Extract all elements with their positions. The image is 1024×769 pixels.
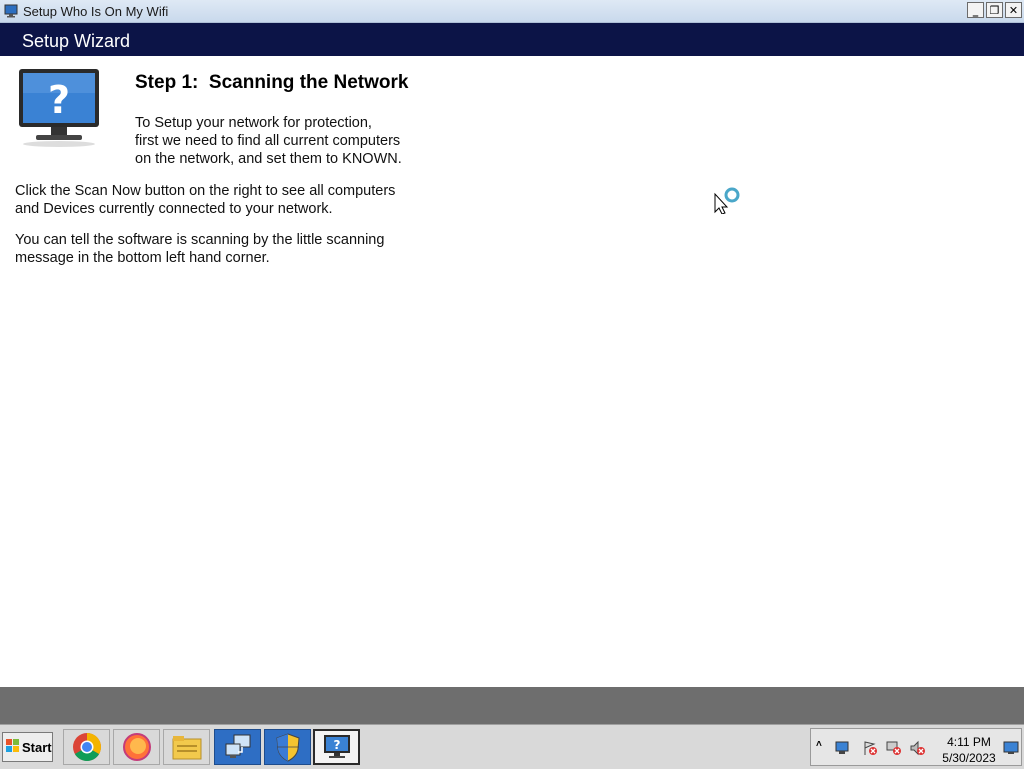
paragraph-line: Click the Scan Now button on the right t… bbox=[15, 183, 396, 199]
who-is-on-my-wifi-icon[interactable]: ? bbox=[313, 729, 360, 765]
intro-line: To Setup your network for protection, bbox=[135, 115, 372, 131]
network-error-icon[interactable] bbox=[885, 739, 903, 757]
close-button[interactable]: ✕ bbox=[1005, 2, 1022, 18]
window-title-bar: Setup Who Is On My Wifi _ ❐ ✕ bbox=[0, 0, 1024, 23]
clock-time: 4:11 PM bbox=[947, 735, 991, 749]
window-title: Setup Who Is On My Wifi bbox=[23, 3, 169, 19]
paragraph-line: You can tell the software is scanning by… bbox=[15, 232, 385, 248]
wizard-title: Setup Wizard bbox=[22, 31, 131, 51]
show-hidden-icons-chevron[interactable]: ˄ bbox=[816, 739, 822, 750]
file-explorer-icon[interactable] bbox=[163, 729, 210, 765]
intro-line: on the network, and set them to KNOWN. bbox=[135, 151, 402, 167]
restore-button[interactable]: ❐ bbox=[986, 2, 1003, 18]
scanning-hint-text: You can tell the software is scanning by… bbox=[15, 231, 384, 267]
svg-text:?: ? bbox=[48, 78, 70, 122]
minimize-button[interactable]: _ bbox=[967, 2, 984, 18]
step-title: Step 1: Scanning the Network bbox=[135, 72, 409, 93]
taskbar: Start ? ˄ 4:11 PM 5/30/2023 bbox=[0, 724, 1024, 769]
flag-error-icon[interactable] bbox=[861, 739, 879, 757]
intro-line: first we need to find all current comput… bbox=[135, 133, 401, 149]
network-computer-icon[interactable] bbox=[214, 729, 261, 765]
security-shield-icon[interactable] bbox=[264, 729, 311, 765]
start-button[interactable]: Start bbox=[2, 732, 53, 762]
paragraph-line: and Devices currently connected to your … bbox=[15, 201, 333, 217]
firefox-icon[interactable] bbox=[113, 729, 160, 765]
app-monitor-icon bbox=[4, 4, 18, 18]
svg-text:?: ? bbox=[333, 738, 340, 752]
scan-instructions-text: Click the Scan Now button on the right t… bbox=[15, 182, 395, 218]
network-monitor-icon[interactable] bbox=[833, 739, 851, 757]
clock[interactable]: 4:11 PM 5/30/2023 bbox=[931, 734, 1007, 766]
status-bar bbox=[0, 687, 1024, 724]
busy-cursor-icon bbox=[714, 186, 742, 215]
system-tray: ˄ 4:11 PM 5/30/2023 bbox=[810, 728, 1022, 766]
show-desktop-icon[interactable] bbox=[1002, 739, 1020, 757]
wizard-header: Setup Wizard bbox=[0, 23, 1024, 56]
paragraph-line: message in the bottom left hand corner. bbox=[15, 250, 270, 266]
clock-date: 5/30/2023 bbox=[942, 751, 996, 765]
volume-muted-icon[interactable] bbox=[909, 739, 927, 757]
start-label: Start bbox=[22, 739, 52, 755]
monitor-question-icon: ? bbox=[16, 66, 102, 152]
chrome-icon[interactable] bbox=[63, 729, 110, 765]
windows-flag-icon bbox=[6, 738, 20, 756]
intro-text: To Setup your network for protection, fi… bbox=[135, 114, 402, 168]
